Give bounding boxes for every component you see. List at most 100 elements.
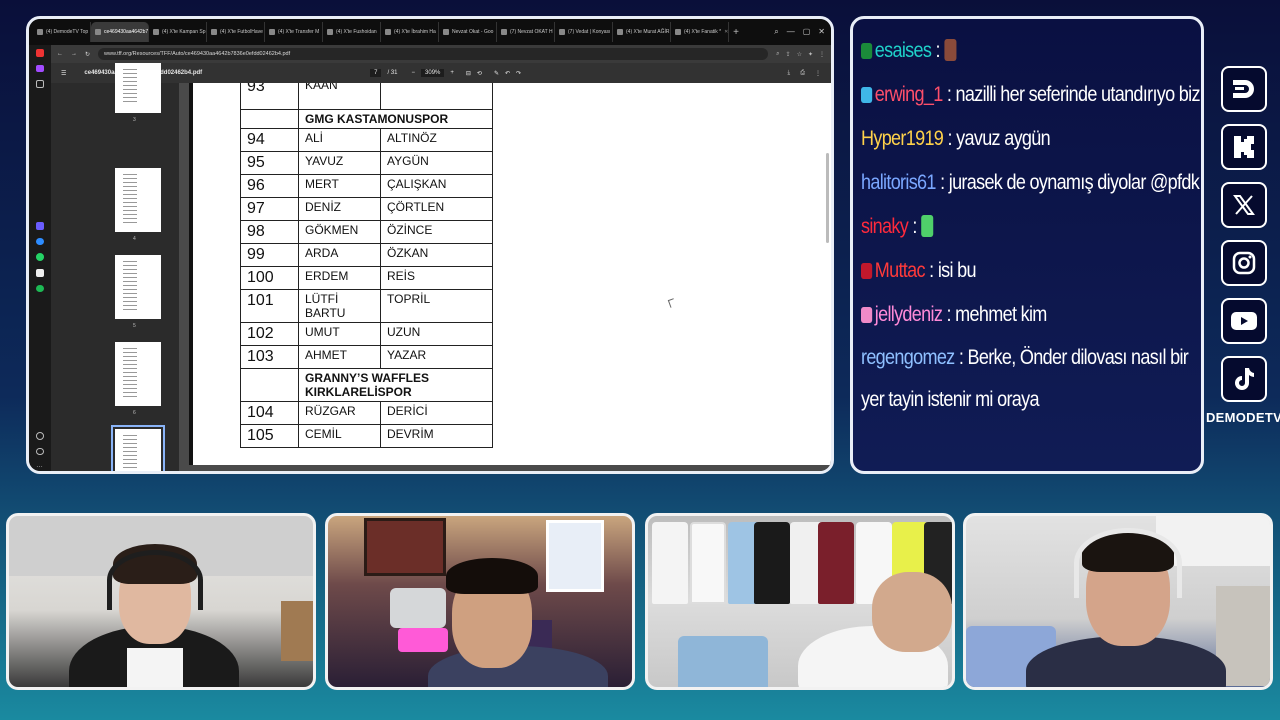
zoom-out-icon[interactable]: − [412,70,416,76]
print-icon[interactable]: ⎙ [800,70,805,77]
player-row: 103 AHMET YAZAR [240,345,493,369]
player-row: 105 CEMİL DEVRİM [240,424,493,448]
zoom-icon[interactable]: ⌕ [776,51,779,58]
app-icon[interactable] [36,222,44,230]
undo-icon[interactable]: ↶ [505,70,510,77]
chat-username[interactable]: erwing_1 [875,83,943,106]
address-input[interactable]: www.tff.org/Resources/TFF/Auto/ce469430a… [98,48,769,60]
heart-icon[interactable] [36,432,44,440]
browser-tab[interactable]: Nevzat Okat - Goo✕ [439,22,497,42]
chat-text: isi bu [937,259,977,282]
player-number: 104 [240,401,299,425]
tab-label: (4) X'te İbrahim Ha [394,29,436,35]
forward-icon[interactable]: → [71,51,77,57]
x-sidebar-icon[interactable] [36,268,44,277]
chat-username[interactable]: esaises [875,39,932,62]
user-badge-icon [861,87,873,103]
more-icon[interactable]: … [36,463,44,471]
opera-logo-icon[interactable] [36,49,44,57]
chat-text: yavuz aygün [956,127,1051,150]
chat-username[interactable]: jellydeniz [875,303,943,326]
player-last-name: REİS [380,266,493,290]
pdf-menu-icon[interactable]: ⋮ [815,70,821,77]
browser-tab[interactable]: (4) X'te Fushoidan✕ [323,22,381,42]
thumbnail-content [123,174,137,224]
browser-tab[interactable]: (4) X'te İbrahim Ha✕ [381,22,439,42]
redo-icon[interactable]: ↷ [516,70,521,77]
messenger-icon[interactable] [36,237,44,246]
browser-tab[interactable]: (4) X'te Transfer M✕ [265,22,323,42]
hamburger-icon[interactable]: ☰ [61,70,66,77]
menu-icon[interactable]: ⋮ [819,51,825,58]
chat-username[interactable]: Hyper1919 [861,127,944,150]
history-icon[interactable] [36,447,44,456]
page-thumbnail[interactable] [115,342,161,406]
tab-label: (4) X'te Fanatik * [684,29,722,35]
player-last-name: UZUN [380,322,493,346]
browser-tab[interactable]: ce469430aa4642b7836✕ [91,22,149,42]
reload-icon[interactable]: ↻ [85,51,90,58]
browser-tab[interactable]: (4) X'te Murat AĞİR✕ [613,22,671,42]
page-thumbnail[interactable] [115,168,161,232]
vertical-scrollbar[interactable] [826,153,829,243]
close-window-icon[interactable]: ✕ [818,27,825,37]
chat-separator: : [943,127,957,150]
page-thumbnail[interactable] [115,255,161,319]
whatsapp-icon[interactable] [36,253,44,261]
browser-tab[interactable]: (4) X'te Fanatik * ✕ [671,22,729,42]
browser-tab[interactable]: (4) X'te FutbolHave✕ [207,22,265,42]
draw-icon[interactable]: ✎ [494,70,499,77]
thumbnail-content [123,348,137,398]
thumbnail-page-number: 6 [133,410,136,416]
player-first-name: ALİ [298,128,381,152]
rotate-icon[interactable]: ⟲ [477,70,482,77]
player-number: 95 [240,151,299,175]
share-icon[interactable]: ⇪ [786,51,791,58]
search-tabs-icon[interactable]: ⌕ [774,27,778,37]
tab-favicon-icon [269,29,275,35]
demode-logo-icon [1221,66,1267,112]
player-first-name: YAVUZ [298,151,381,175]
tiktok-icon [1221,356,1267,402]
chat-username[interactable]: regengomez [861,346,955,369]
minimize-icon[interactable]: — [787,27,795,37]
bookmark-icon[interactable]: ☆ [797,51,802,58]
browser-sidebar: … [29,45,51,471]
club-header-row: GMG KASTAMONUSPOR [240,109,493,129]
fit-page-icon[interactable]: ⊟ [466,70,471,77]
kick-icon [1221,124,1267,170]
roster-table: 93 KAAN GMG KASTAMONUSPOR 94 ALİ ALTINÖZ 95 YAV… [240,83,493,448]
page-thumbnail[interactable] [111,425,165,471]
player-first-name: RÜZGAR [298,401,381,425]
maximize-icon[interactable]: ▢ [803,27,811,37]
new-tab-button[interactable]: + [729,27,743,38]
player-row: 100 ERDEM REİS [240,266,493,290]
extensions-icon[interactable]: ✦ [808,51,813,58]
tab-favicon-icon [675,29,681,35]
tab-label: (4) X'te Transfer M [278,29,320,35]
chat-username[interactable]: Muttac [875,259,926,282]
zoom-level[interactable]: 309% [421,69,445,77]
browser-tab[interactable]: (4) DemodeTV Top✕ [33,22,91,42]
tab-favicon-icon [617,29,623,35]
aria-icon[interactable] [36,64,44,73]
page-input[interactable]: 7 [370,69,382,77]
player-number: 105 [240,424,299,448]
browser-tab[interactable]: (7) Vedat | Konyası✕ [555,22,613,42]
chat-username[interactable]: sinaky [861,215,909,238]
tab-favicon-icon [95,29,101,35]
browser-tab[interactable]: (4) X'te Kampan Sp✕ [149,22,207,42]
download-icon[interactable]: ⤓ [788,70,791,77]
spotify-icon[interactable] [36,284,44,293]
back-icon[interactable]: ← [57,51,63,57]
player-first-name: ERDEM [298,266,381,290]
chat-message: esaises : [861,29,1147,73]
page-thumbnail[interactable] [115,63,161,113]
zoom-in-icon[interactable]: + [450,70,454,76]
browser-tab[interactable]: (7) Nevzat OKAT H✕ [497,22,555,42]
tab-close-icon[interactable]: ✕ [724,29,728,35]
home-icon[interactable] [36,80,44,88]
tab-label: (4) X'te Fushoidan [336,29,377,35]
player-number: 94 [240,128,299,152]
chat-username[interactable]: halitoris61 [861,171,936,194]
